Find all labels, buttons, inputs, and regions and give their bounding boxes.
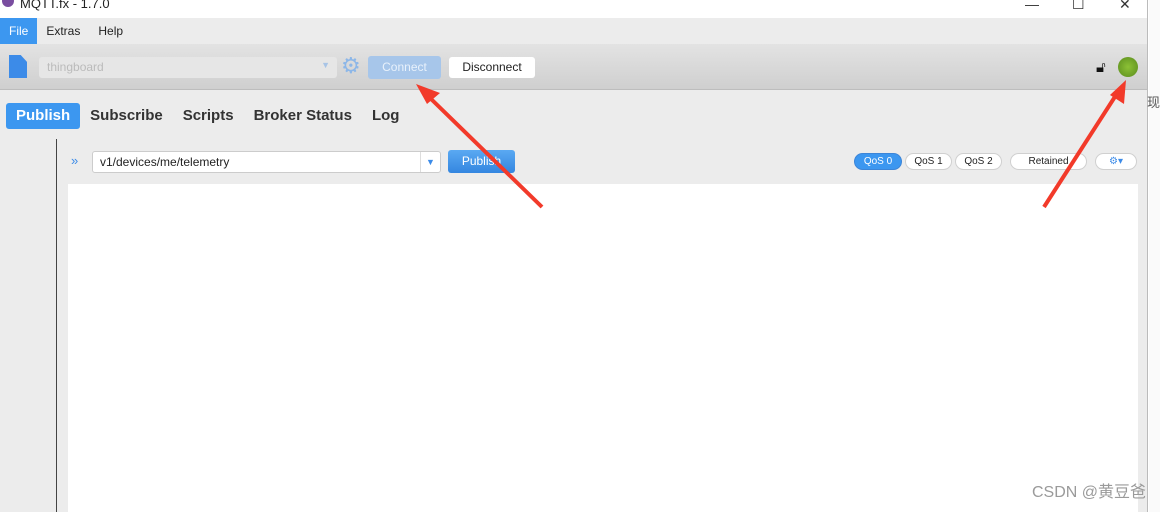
arrow-to-connect xyxy=(416,84,544,209)
watermark: CSDN @黄豆爸 xyxy=(1031,484,1146,501)
annotation-arrows xyxy=(416,80,1126,209)
arrow-to-status xyxy=(1042,80,1126,209)
